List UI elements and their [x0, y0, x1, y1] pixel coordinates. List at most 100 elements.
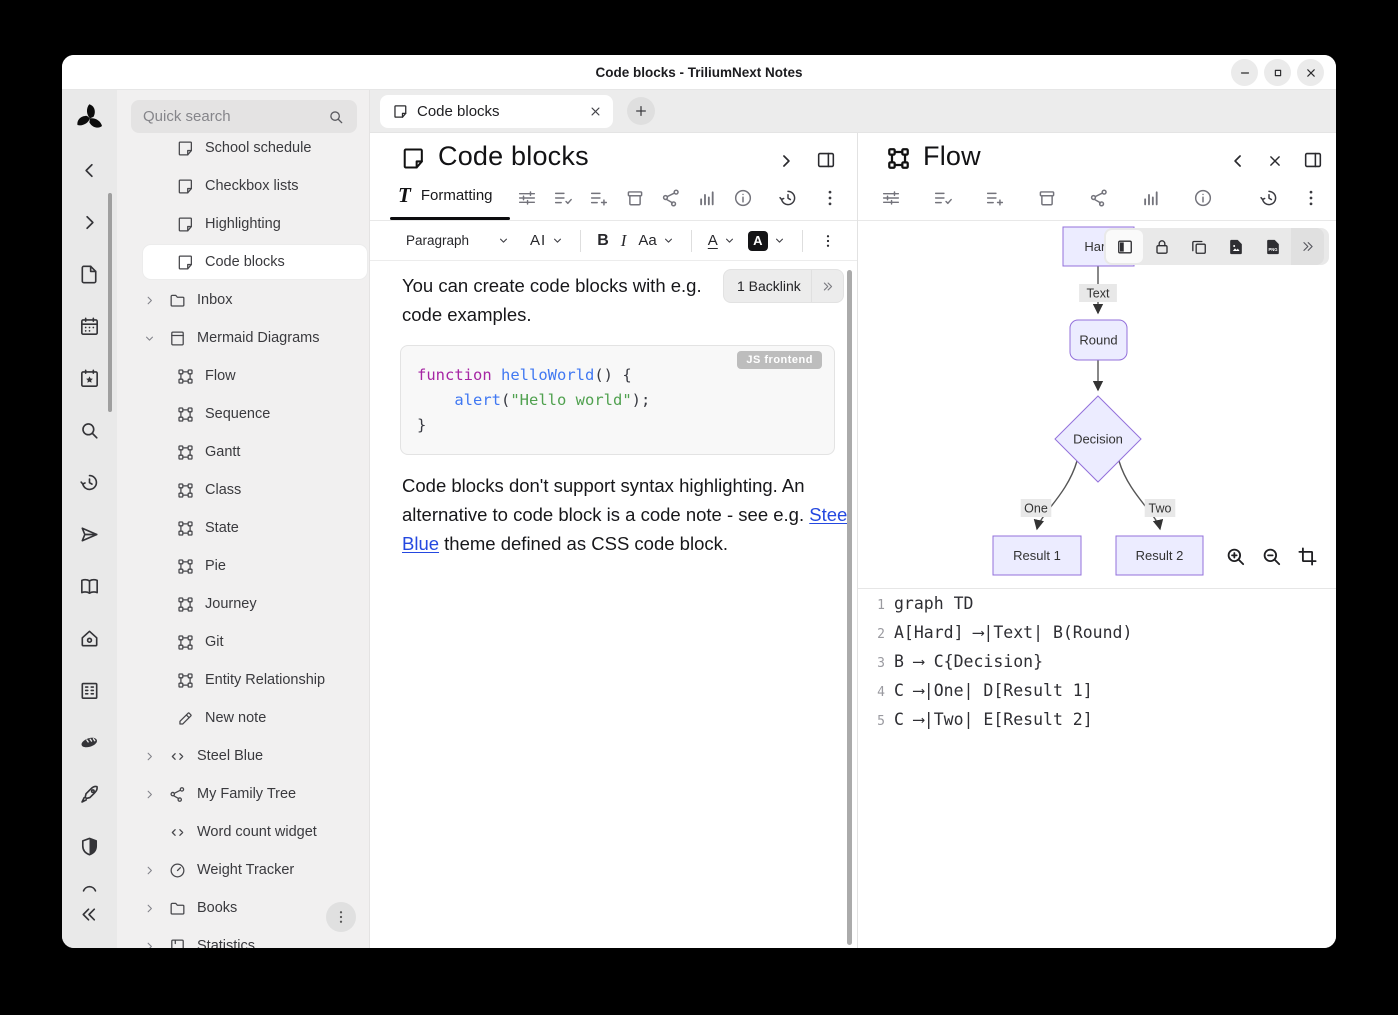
chevron-right-icon[interactable]: [143, 294, 168, 307]
trilium-logo-icon[interactable]: [73, 100, 107, 134]
tab-close-icon[interactable]: [588, 104, 603, 119]
ribbon-button-history[interactable]: [771, 183, 805, 213]
launcher-button-new-note[interactable]: [78, 262, 102, 286]
chevron-right-icon[interactable]: [143, 940, 168, 949]
expand-note-button[interactable]: [774, 149, 798, 173]
ribbon-button-network[interactable]: [654, 183, 688, 213]
chevron-right-icon[interactable]: [143, 864, 168, 877]
tree-item-weight-tracker[interactable]: Weight Tracker: [143, 853, 367, 887]
mermaid-diagram[interactable]: TextOneTwoHardRoundDecisionResult 1Resul…: [858, 222, 1336, 588]
tree-item-class[interactable]: Class: [143, 473, 367, 507]
launcher-button-building[interactable]: [78, 678, 102, 702]
backlink-widget[interactable]: 1 Backlink: [723, 269, 844, 303]
pane-title[interactable]: Flow: [923, 141, 981, 172]
tree-item-sequence[interactable]: Sequence: [143, 397, 367, 431]
diagram-toolbar-copy-button[interactable]: [1180, 230, 1217, 263]
bold-button[interactable]: B: [591, 232, 615, 250]
move-pane-left-button[interactable]: [1226, 149, 1250, 173]
diagram-source-divider[interactable]: [858, 588, 1336, 589]
tree-item-new-note[interactable]: New note: [143, 701, 367, 735]
tree-item-pie[interactable]: Pie: [143, 549, 367, 583]
ribbon-button-box[interactable]: [1030, 183, 1064, 213]
chevron-right-icon[interactable]: [143, 902, 168, 915]
tree-item-word-count-widget[interactable]: Word count widget: [143, 815, 367, 849]
new-tab-button[interactable]: [627, 97, 655, 125]
tree-item-code-blocks[interactable]: Code blocks: [143, 245, 367, 279]
ribbon-button-sliders[interactable]: [874, 183, 908, 213]
tab-code-blocks[interactable]: Code blocks: [380, 95, 613, 128]
launcher-button-note-map[interactable]: [78, 574, 102, 598]
launcher-button-protected-session[interactable]: [78, 834, 102, 858]
launcher-button-search[interactable]: [78, 418, 102, 442]
ribbon-button-chart[interactable]: [690, 183, 724, 213]
ribbon-button-info[interactable]: [1186, 183, 1220, 213]
launcher-button-collapse-launcher[interactable]: [78, 902, 102, 926]
note-title[interactable]: Code blocks: [438, 141, 589, 172]
zoom-in-button[interactable]: [1224, 545, 1247, 568]
chevron-down-icon[interactable]: [143, 332, 168, 345]
ribbon-button-list-check[interactable]: [546, 183, 580, 213]
ribbon-button-chart[interactable]: [1134, 183, 1168, 213]
ribbon-tab-formatting[interactable]: T Formatting: [398, 183, 493, 208]
ribbon-button-history[interactable]: [1252, 183, 1286, 213]
launcher-button-recent-changes[interactable]: [78, 470, 102, 494]
tree-item-journey[interactable]: Journey: [143, 587, 367, 621]
zoom-out-button[interactable]: [1260, 545, 1283, 568]
split-pane-button[interactable]: [814, 148, 838, 172]
diagram-toolbar-file-png-button[interactable]: PNG: [1254, 230, 1291, 263]
ribbon-button-sliders[interactable]: [510, 183, 544, 213]
italic-button[interactable]: I: [615, 231, 633, 251]
chevrons-right-icon[interactable]: [811, 270, 843, 302]
note-icon[interactable]: [400, 145, 427, 172]
text-style-dropdown[interactable]: Aa: [632, 232, 680, 249]
launcher-scrollbar[interactable]: [108, 193, 112, 412]
split-pane-button[interactable]: [1301, 148, 1325, 172]
ribbon-button-kebab[interactable]: [1294, 183, 1328, 213]
launcher-button-calendar[interactable]: [78, 314, 102, 338]
ribbon-button-info[interactable]: [726, 183, 760, 213]
tree-item-school-schedule[interactable]: School schedule: [143, 131, 367, 165]
diagram-toolbar-chevrons-right-button[interactable]: [1291, 228, 1324, 265]
toolbar-more-button[interactable]: [813, 232, 843, 250]
launcher-button-food[interactable]: [78, 730, 102, 754]
tree-item-entity-relationship[interactable]: Entity Relationship: [143, 663, 367, 697]
ribbon-button-kebab[interactable]: [813, 183, 847, 213]
tree-item-steel-blue[interactable]: Steel Blue: [143, 739, 367, 773]
tree-item-checkbox-lists[interactable]: Checkbox lists: [143, 169, 367, 203]
minimize-button[interactable]: [1231, 59, 1258, 86]
note-paragraph[interactable]: Code blocks don't support syntax highlig…: [402, 471, 854, 558]
paragraph-style-dropdown[interactable]: Paragraph: [400, 233, 510, 248]
diagram-toolbar-layout-button[interactable]: [1106, 230, 1143, 263]
ribbon-button-list-plus[interactable]: [978, 183, 1012, 213]
code-block[interactable]: JS frontend function helloWorld() { aler…: [400, 345, 835, 455]
maximize-button[interactable]: [1264, 59, 1291, 86]
launcher-button-rocket[interactable]: [78, 782, 102, 806]
diagram-toolbar-file-image-button[interactable]: [1217, 230, 1254, 263]
background-color-dropdown[interactable]: A: [742, 231, 792, 251]
crop-button[interactable]: [1296, 545, 1319, 568]
diagram-toolbar-lock-button[interactable]: [1143, 230, 1180, 263]
tree-item-git[interactable]: Git: [143, 625, 367, 659]
tree-item-gantt[interactable]: Gantt: [143, 435, 367, 469]
launcher-button-today[interactable]: [78, 366, 102, 390]
tree-item-my-family-tree[interactable]: My Family Tree: [143, 777, 367, 811]
tree-item-highlighting[interactable]: Highlighting: [143, 207, 367, 241]
ribbon-button-list-plus[interactable]: [582, 183, 616, 213]
tree-item-statistics[interactable]: Statistics: [143, 929, 367, 948]
mermaid-source-editor[interactable]: 1graph TD2A[Hard] ⟶|Text| B(Round)3B ⟶ C…: [858, 594, 1336, 739]
quick-search-input[interactable]: Quick search: [131, 100, 357, 133]
ribbon-button-list-check[interactable]: [926, 183, 960, 213]
tree-item-inbox[interactable]: Inbox: [143, 283, 367, 317]
tree-item-flow[interactable]: Flow: [143, 359, 367, 393]
ribbon-button-network[interactable]: [1082, 183, 1116, 213]
tree-item-state[interactable]: State: [143, 511, 367, 545]
font-color-dropdown[interactable]: A: [702, 232, 742, 249]
launcher-button-send[interactable]: [78, 522, 102, 546]
ribbon-button-box[interactable]: [618, 183, 652, 213]
tree-more-button[interactable]: [326, 902, 356, 932]
launcher-button-scrolled-item[interactable]: [78, 876, 102, 900]
chevron-right-icon[interactable]: [143, 788, 168, 801]
center-scrollbar[interactable]: [847, 270, 852, 945]
launcher-button-collapse-tree[interactable]: [78, 158, 102, 182]
chevron-right-icon[interactable]: [143, 750, 168, 763]
